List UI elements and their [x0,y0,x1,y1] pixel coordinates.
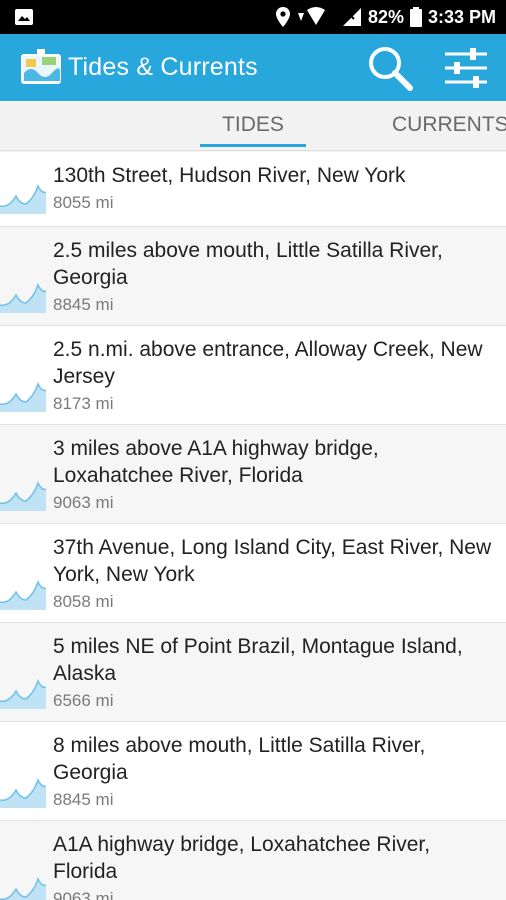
wifi-icon [297,7,325,25]
tide-graph-icon [0,283,46,313]
station-distance: 8055 mi [53,193,114,212]
station-list-item[interactable]: 2.5 miles above mouth, Little Satilla Ri… [0,227,506,326]
app-bar: Tides & Currents [0,34,506,101]
tab-bar: TIDES CURRENTS [0,101,506,151]
station-list-item[interactable]: 130th Street, Hudson River, New York 805… [0,152,506,227]
station-list-item[interactable]: 2.5 n.mi. above entrance, Alloway Creek,… [0,326,506,425]
station-distance: 8845 mi [53,295,114,314]
battery-percent: 82% [367,6,404,27]
station-distance: 8058 mi [53,592,114,611]
station-list: 130th Street, Hudson River, New York 805… [0,152,506,900]
station-distance: 8173 mi [53,394,114,413]
tab-tides[interactable]: TIDES [200,101,306,150]
station-list-item[interactable]: 5 miles NE of Point Brazil, Montague Isl… [0,623,506,722]
station-name: 2.5 n.mi. above entrance, Alloway Creek,… [53,338,483,388]
tab-currents[interactable]: CURRENTS [392,101,506,150]
tide-graph-icon [0,184,46,214]
station-list-item[interactable]: A1A highway bridge, Loxahatchee River, F… [0,821,506,900]
station-distance: 8845 mi [53,790,114,809]
battery-icon [409,7,422,27]
station-distance: 9063 mi [53,493,114,512]
signal-icon [342,8,361,26]
tide-graph-icon [0,580,46,610]
app-title: Tides & Currents [68,53,258,81]
tide-graph-icon [0,778,46,808]
notification-icon [15,9,33,25]
station-name: 3 miles above A1A highway bridge, Loxaha… [53,437,379,487]
station-list-item[interactable]: 8 miles above mouth, Little Satilla Rive… [0,722,506,821]
app-logo-icon [21,48,61,84]
tab-tides-label: TIDES [222,113,284,136]
tide-graph-icon [0,382,46,412]
tide-graph-icon [0,877,46,900]
status-bar: 82% 3:33 PM [0,0,506,34]
station-distance: 9063 mi [53,889,114,900]
tab-currents-label: CURRENTS [392,113,506,136]
station-name: 8 miles above mouth, Little Satilla Rive… [53,734,426,784]
tide-graph-icon [0,481,46,511]
location-icon [275,7,290,27]
station-name: 37th Avenue, Long Island City, East Rive… [53,536,492,586]
station-name: A1A highway bridge, Loxahatchee River, F… [53,833,431,883]
filter-sliders-icon [445,47,487,88]
search-button[interactable] [362,40,418,96]
station-name: 2.5 miles above mouth, Little Satilla Ri… [53,239,443,289]
station-distance: 6566 mi [53,691,114,710]
tide-graph-icon [0,679,46,709]
station-list-item[interactable]: 37th Avenue, Long Island City, East Rive… [0,524,506,623]
clock: 3:33 PM [427,6,496,27]
tab-selected-indicator [200,144,306,147]
station-name: 5 miles NE of Point Brazil, Montague Isl… [53,635,463,685]
filter-button[interactable] [438,40,494,96]
station-name: 130th Street, Hudson River, New York [53,164,406,187]
station-list-item[interactable]: 3 miles above A1A highway bridge, Loxaha… [0,425,506,524]
search-icon [369,46,413,91]
